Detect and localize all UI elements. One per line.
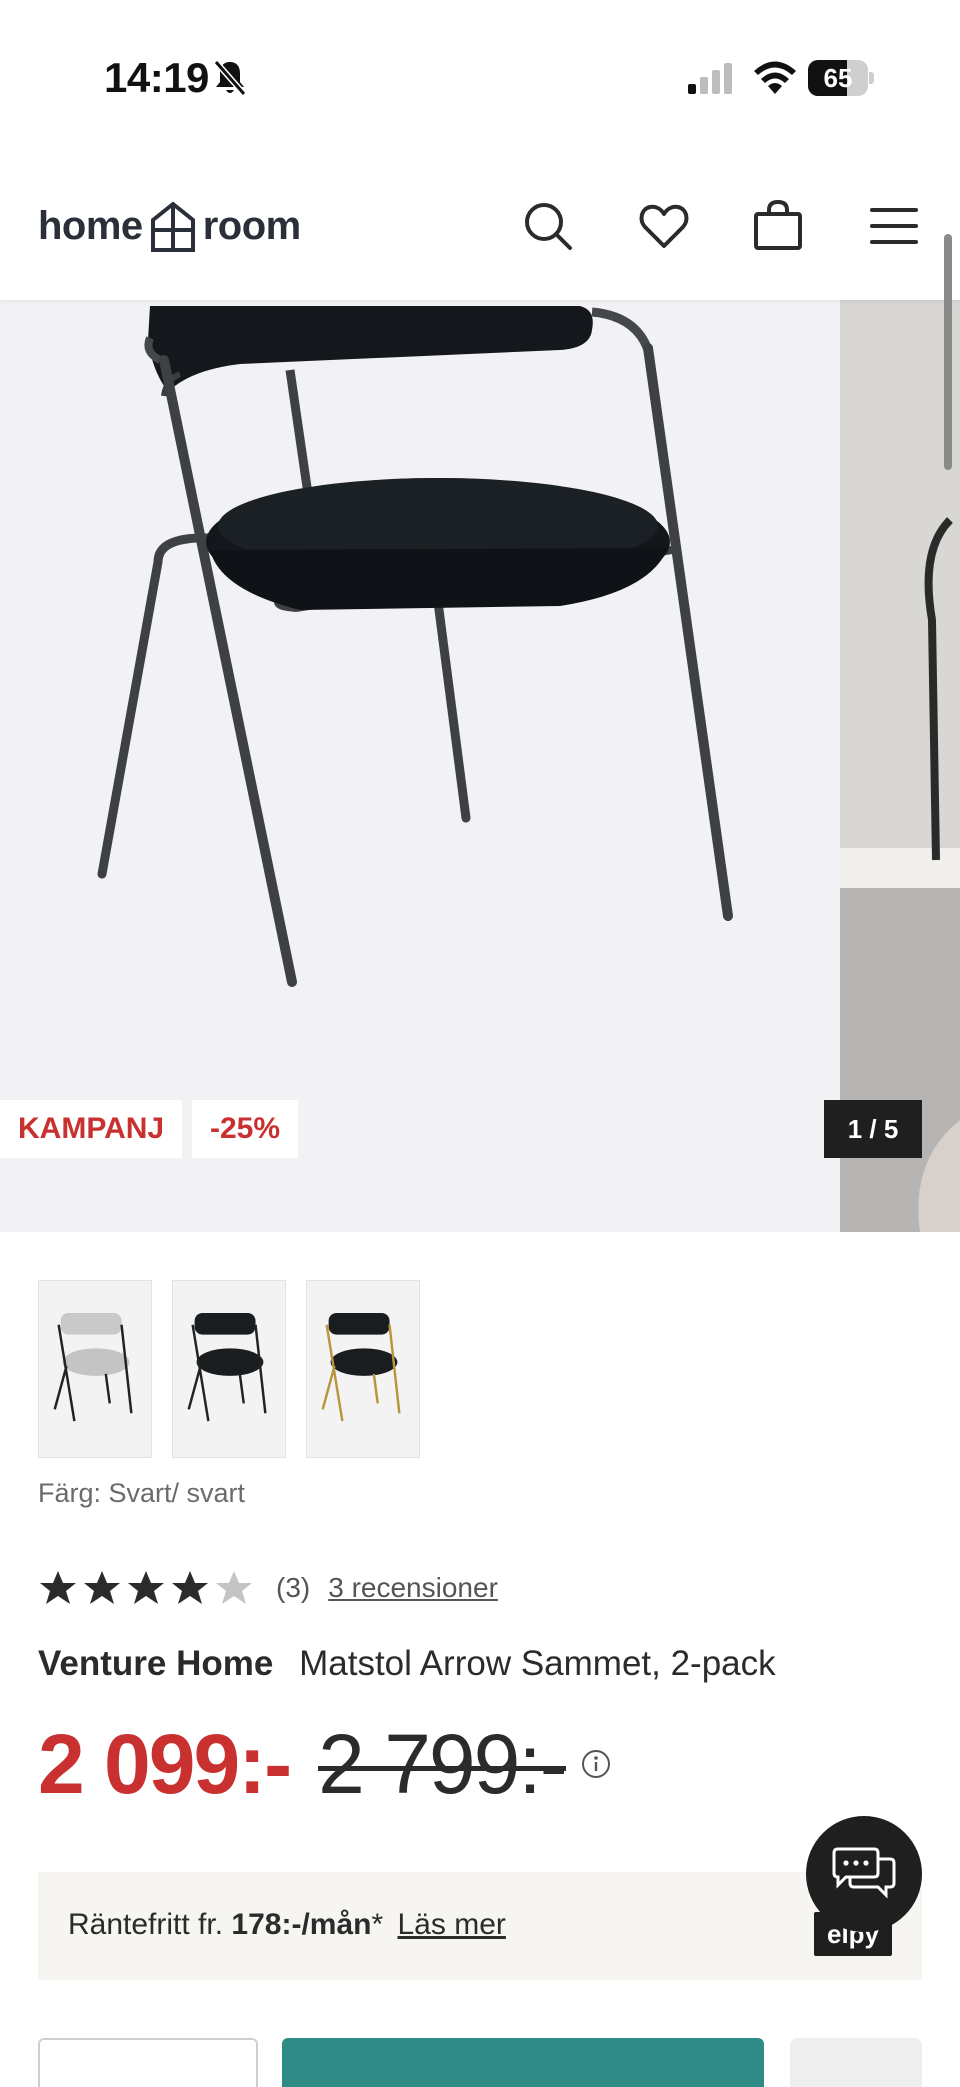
variant-thumbnail-black-gold[interactable]	[306, 1280, 420, 1458]
campaign-badge: KAMPANJ	[0, 1100, 183, 1158]
product-image-chair[interactable]	[0, 300, 840, 1232]
product-brand[interactable]: Venture Home	[38, 1644, 273, 1683]
reviews-link[interactable]: 3 recensioner	[328, 1572, 498, 1604]
status-time: 14:19	[104, 54, 209, 101]
financing-asterisk: *	[371, 1908, 384, 1941]
quantity-selector[interactable]	[38, 2038, 258, 2087]
variant-thumbnail-grey[interactable]	[38, 1280, 152, 1458]
color-label: Färg: Svart/ svart	[38, 1478, 246, 1508]
wishlist-button[interactable]	[790, 2038, 922, 2087]
add-to-cart-button[interactable]	[282, 2038, 764, 2087]
site-header: home room	[0, 150, 960, 300]
search-icon[interactable]	[520, 198, 576, 254]
current-price: 2 099:-	[38, 1716, 292, 1811]
chat-bubbles-icon	[832, 1847, 896, 1899]
status-bar: 14:19 65	[0, 0, 960, 150]
product-name: Matstol Arrow Sammet, 2-pack	[299, 1644, 776, 1683]
logo-word-home: home	[38, 203, 143, 248]
variant-thumbnail-black[interactable]	[172, 1280, 286, 1458]
star-empty-icon	[216, 1571, 252, 1604]
next-product-image-preview[interactable]	[840, 300, 960, 1232]
star-filled-icon	[172, 1571, 208, 1604]
menu-icon[interactable]	[866, 198, 922, 254]
bell-muted-icon	[213, 60, 247, 96]
chat-button[interactable]	[806, 1816, 922, 1932]
product-rating: (3) 3 recensioner	[38, 1566, 498, 1610]
logo-word-room: room	[202, 203, 302, 248]
star-filled-icon	[84, 1571, 120, 1604]
wifi-icon	[754, 61, 796, 94]
price-row: 2 099:- 2 799:-	[38, 1714, 612, 1814]
product-title: Venture Home Matstol Arrow Sammet, 2-pac…	[38, 1644, 776, 1684]
cellular-signal-icon	[688, 63, 732, 94]
star-filled-icon	[128, 1571, 164, 1604]
homeroom-logo[interactable]: home room	[38, 196, 301, 256]
battery-percent: 65	[823, 63, 853, 93]
image-counter: 1 / 5	[824, 1100, 922, 1158]
discount-badge: -25%	[192, 1100, 299, 1158]
page-scrollbar[interactable]	[944, 234, 952, 470]
rating-stars	[38, 1568, 258, 1608]
financing-box: Räntefritt fr. 178:-/mån* Läs mer elpy	[38, 1872, 922, 1980]
read-more-link[interactable]: Läs mer	[398, 1908, 506, 1941]
financing-amount: 178:-/mån	[231, 1908, 372, 1941]
battery-indicator: 65	[808, 60, 874, 96]
house-logo-icon	[150, 201, 195, 252]
original-price: 2 799:-	[318, 1716, 568, 1811]
shopping-bag-icon[interactable]	[750, 198, 806, 254]
financing-text: Räntefritt fr. 178:-/mån* Läs mer	[68, 1908, 506, 1942]
info-icon[interactable]	[580, 1748, 612, 1780]
financing-prefix: Räntefritt fr.	[68, 1908, 224, 1941]
rating-count: (3)	[276, 1572, 311, 1603]
heart-icon[interactable]	[636, 198, 692, 254]
variant-thumbnails	[38, 1280, 420, 1458]
star-filled-icon	[40, 1571, 76, 1604]
product-image-gallery[interactable]: KAMPANJ -25% 1 / 5	[0, 300, 960, 1232]
